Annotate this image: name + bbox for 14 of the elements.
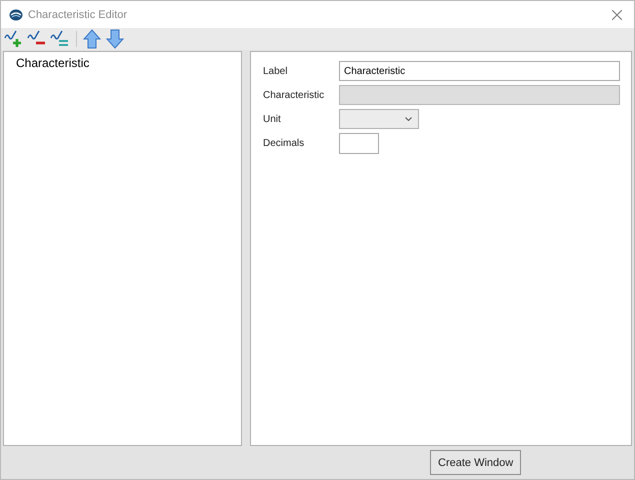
close-icon[interactable]: [612, 10, 622, 20]
app-icon: [9, 8, 23, 20]
number-field[interactable]: [339, 132, 379, 154]
create-window-button[interactable]: Create Window: [430, 450, 522, 475]
field-label: Unit: [263, 114, 282, 124]
up-arrow-icon[interactable]: [81, 29, 103, 49]
tree-item[interactable]: Characteristic: [16, 56, 241, 70]
down-arrow-icon[interactable]: [104, 29, 126, 49]
field-label: Decimals: [263, 138, 306, 148]
text-field[interactable]: Characteristic: [339, 61, 620, 81]
window-title: Characteristic Editor: [28, 8, 128, 20]
field-label: Label: [263, 66, 288, 76]
chevron-icon: [405, 117, 412, 121]
field-label: Characteristic: [263, 90, 326, 100]
